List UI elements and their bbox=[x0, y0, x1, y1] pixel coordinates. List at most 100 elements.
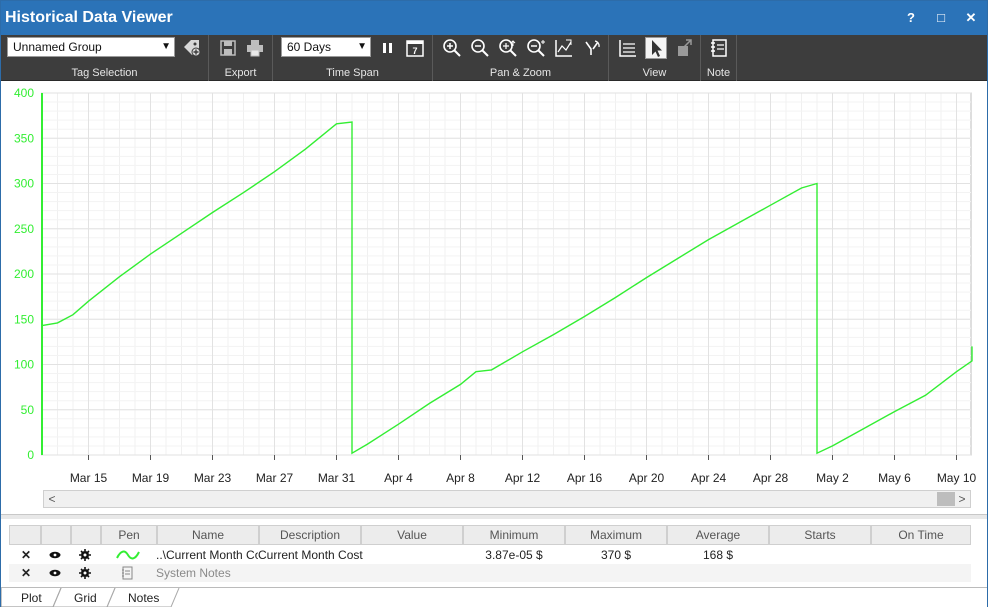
time-scrollbar[interactable]: < > bbox=[43, 490, 971, 508]
x-tick-label: Apr 12 bbox=[505, 471, 541, 485]
grid-header-average[interactable]: Average bbox=[667, 525, 769, 545]
x-tick-label: Mar 15 bbox=[70, 471, 108, 485]
time-span-group: 60 Days ▼ 7 Time Span bbox=[273, 35, 433, 81]
x-tick-label: Mar 23 bbox=[194, 471, 232, 485]
calendar-day: 7 bbox=[412, 46, 417, 56]
x-tick-label: May 2 bbox=[816, 471, 849, 485]
grid-header-value[interactable]: Value bbox=[361, 525, 463, 545]
combo-dropdown-arrow-icon: ▼ bbox=[357, 41, 367, 52]
pen-value bbox=[361, 546, 463, 564]
pen-color-swatch-icon[interactable] bbox=[115, 546, 143, 564]
tab-notes[interactable]: Notes bbox=[118, 589, 169, 607]
ribbon-toolbar: Unnamed Group ▼ Tag Selection Export 60 … bbox=[1, 35, 987, 81]
view-tabs: Plot Grid Notes bbox=[1, 587, 987, 607]
note-label: Note bbox=[706, 67, 731, 79]
view-group: View bbox=[609, 35, 701, 81]
close-button[interactable]: ✕ bbox=[959, 8, 983, 28]
pen-settings-gear-icon[interactable] bbox=[79, 546, 93, 564]
pen-on-time bbox=[871, 546, 971, 564]
tag-selection-label: Tag Selection bbox=[71, 67, 138, 79]
system-notes-icon bbox=[121, 564, 137, 582]
y-tick-label: 350 bbox=[14, 131, 34, 145]
save-icon[interactable] bbox=[217, 37, 239, 59]
pen-settings-gear-icon[interactable] bbox=[79, 564, 93, 582]
time-span-combo-value: 60 Days bbox=[287, 40, 332, 54]
pen-description: Current Month Cost bbox=[258, 548, 363, 562]
plot-area[interactable]: 0 50 100 150 200 250 300 350 400 Mar 15 Mar 19 Mar … bbox=[1, 81, 987, 511]
y-tick-label: 0 bbox=[27, 448, 34, 462]
print-icon[interactable] bbox=[244, 37, 266, 59]
x-tick-label: Apr 4 bbox=[384, 471, 413, 485]
zoom-fit-icon[interactable] bbox=[553, 37, 575, 59]
stacked-view-icon[interactable] bbox=[617, 37, 639, 59]
note-group: Note bbox=[701, 35, 737, 81]
zoom-in-icon[interactable] bbox=[441, 37, 463, 59]
grid-header-description[interactable]: Description bbox=[259, 525, 361, 545]
grid-header-minimum[interactable]: Minimum bbox=[463, 525, 565, 545]
x-tick-label: Apr 8 bbox=[446, 471, 475, 485]
grid-header-pen[interactable]: Pen bbox=[101, 525, 157, 545]
visibility-eye-icon[interactable] bbox=[49, 564, 63, 582]
trend-chart[interactable]: 0 50 100 150 200 250 300 350 400 Mar 15 Mar 19 Mar … bbox=[1, 81, 987, 491]
y-tick-label: 400 bbox=[14, 86, 34, 100]
zoom-x-in-icon[interactable] bbox=[497, 37, 519, 59]
grid-header-maximum[interactable]: Maximum bbox=[565, 525, 667, 545]
x-tick-label: May 10 bbox=[937, 471, 977, 485]
tab-grid[interactable]: Grid bbox=[64, 589, 107, 607]
help-button[interactable]: ? bbox=[899, 8, 923, 28]
x-tick-label: Mar 31 bbox=[318, 471, 356, 485]
table-row[interactable]: ✕ ..\Current Month Cost Current Month Co… bbox=[9, 546, 971, 564]
view-label: View bbox=[642, 67, 667, 79]
pen-starts bbox=[769, 546, 871, 564]
add-tag-icon[interactable] bbox=[181, 37, 203, 59]
visibility-eye-icon[interactable] bbox=[49, 546, 63, 564]
pause-icon[interactable] bbox=[377, 37, 399, 59]
tag-group-combo[interactable]: Unnamed Group ▼ bbox=[7, 37, 175, 57]
time-span-combo[interactable]: 60 Days ▼ bbox=[281, 37, 371, 57]
x-tick-label: Mar 27 bbox=[256, 471, 294, 485]
scroll-right-icon[interactable]: > bbox=[954, 491, 970, 507]
calendar-icon[interactable]: 7 bbox=[404, 37, 426, 59]
x-tick-label: Apr 16 bbox=[567, 471, 603, 485]
table-row[interactable]: ✕ System Notes bbox=[9, 564, 971, 582]
title-bar: Historical Data Viewer ? □ ✕ bbox=[1, 1, 987, 35]
pen-maximum: 370 $ bbox=[600, 548, 632, 562]
pan-zoom-label: Pan & Zoom bbox=[489, 67, 552, 79]
maximize-button[interactable]: □ bbox=[929, 8, 953, 28]
swap-view-icon[interactable] bbox=[673, 37, 695, 59]
scroll-left-icon[interactable]: < bbox=[44, 491, 60, 507]
y-tick-label: 250 bbox=[14, 222, 34, 236]
pan-zoom-group: Pan & Zoom bbox=[433, 35, 609, 81]
remove-pen-icon[interactable]: ✕ bbox=[21, 564, 35, 582]
note-icon[interactable] bbox=[708, 37, 730, 59]
pen-name: ..\Current Month Cost bbox=[156, 548, 258, 562]
grid-header-visible bbox=[41, 525, 71, 545]
tag-group-combo-value: Unnamed Group bbox=[13, 40, 102, 54]
y-tick-label: 100 bbox=[14, 358, 34, 372]
y-tick-label: 50 bbox=[21, 403, 35, 417]
historical-data-viewer-window: Historical Data Viewer ? □ ✕ Unnamed Gro… bbox=[0, 0, 988, 607]
x-tick-label: May 6 bbox=[878, 471, 911, 485]
splitter[interactable] bbox=[1, 514, 987, 519]
export-label: Export bbox=[224, 67, 257, 79]
grid-header-on-time[interactable]: On Time bbox=[871, 525, 971, 545]
scrollbar-thumb[interactable] bbox=[937, 492, 955, 506]
zoom-y-out-icon[interactable] bbox=[525, 37, 547, 59]
x-tick-label: Mar 19 bbox=[132, 471, 170, 485]
x-tick-label: Apr 28 bbox=[753, 471, 789, 485]
grid-header-remove bbox=[9, 525, 41, 545]
grid-header-starts[interactable]: Starts bbox=[769, 525, 871, 545]
notes-name: System Notes bbox=[156, 566, 231, 580]
zoom-out-icon[interactable] bbox=[469, 37, 491, 59]
cursor-select-icon[interactable] bbox=[645, 37, 667, 59]
remove-pen-icon[interactable]: ✕ bbox=[21, 546, 35, 564]
pen-average: 168 $ bbox=[702, 548, 734, 562]
tag-selection-group: Unnamed Group ▼ Tag Selection bbox=[1, 35, 209, 81]
grid-header-name[interactable]: Name bbox=[157, 525, 259, 545]
grid-header-settings bbox=[71, 525, 101, 545]
tab-plot[interactable]: Plot bbox=[11, 589, 52, 607]
undo-zoom-icon[interactable] bbox=[581, 37, 603, 59]
x-tick-label: Apr 24 bbox=[691, 471, 727, 485]
y-tick-label: 150 bbox=[14, 312, 34, 326]
window-title: Historical Data Viewer bbox=[5, 9, 173, 26]
